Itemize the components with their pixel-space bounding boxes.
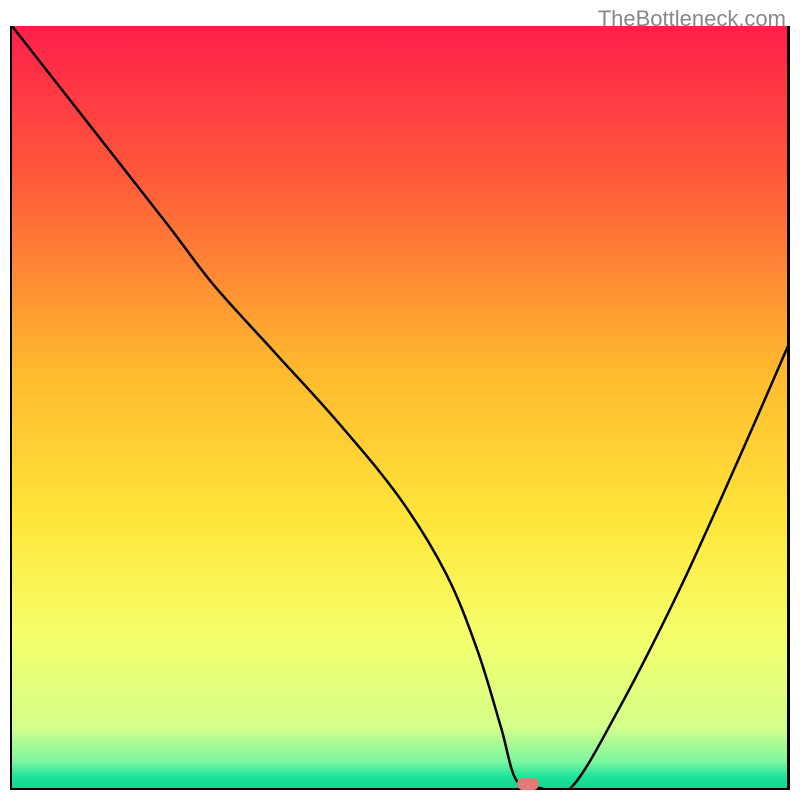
chart-frame — [10, 26, 790, 790]
bottleneck-marker — [517, 778, 539, 790]
watermark-text: TheBottleneck.com — [598, 6, 786, 32]
